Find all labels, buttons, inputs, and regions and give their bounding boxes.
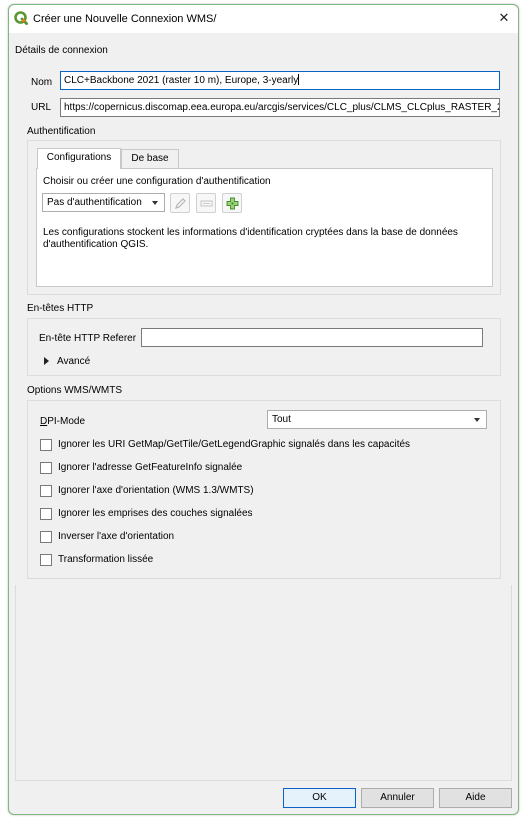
- help-button[interactable]: Aide: [439, 788, 512, 808]
- tab-configurations[interactable]: Configurations: [37, 148, 121, 169]
- url-label: URL: [31, 102, 52, 113]
- option-label: Inverser l'axe d'orientation: [58, 531, 175, 542]
- name-input[interactable]: CLC+Backbone 2021 (raster 10 m), Europe,…: [60, 71, 500, 90]
- option-label: Ignorer l'adresse GetFeatureInfo signalé…: [58, 462, 243, 473]
- option-label: Ignorer les URI GetMap/GetTile/GetLegend…: [58, 439, 411, 450]
- name-label: Nom: [31, 77, 53, 88]
- dpi-mode-value: Tout: [272, 414, 291, 425]
- option-label: Transformation lissée: [58, 554, 154, 565]
- tab-de-base[interactable]: De base: [121, 149, 179, 169]
- checkbox[interactable]: [40, 485, 52, 497]
- title-bar: Créer une Nouvelle Connexion WMS/ ✕: [9, 5, 518, 33]
- dialog-window: Créer une Nouvelle Connexion WMS/ ✕ Déta…: [8, 4, 519, 815]
- text-caret: [298, 74, 300, 85]
- chevron-down-icon: [474, 418, 480, 422]
- name-input-value: CLC+Backbone 2021 (raster 10 m), Europe,…: [64, 75, 299, 86]
- checkbox[interactable]: [40, 531, 52, 543]
- edit-config-button[interactable]: [170, 193, 190, 213]
- option-label: Ignorer les emprises des couches signalé…: [58, 508, 253, 519]
- add-config-icon: [226, 197, 239, 210]
- dpi-mode-combo[interactable]: Tout: [267, 410, 487, 429]
- dpi-mode-label: DPI-Mode: [40, 416, 86, 427]
- checkbox[interactable]: [40, 508, 52, 520]
- add-config-button[interactable]: [222, 193, 242, 213]
- cancel-button[interactable]: Annuler: [361, 788, 434, 808]
- url-input[interactable]: https://copernicus.discomap.eea.europa.e…: [60, 98, 500, 117]
- referer-input[interactable]: [141, 328, 483, 347]
- wms-section-label: Options WMS/WMTS: [27, 385, 123, 396]
- edit-pencil-icon: [175, 198, 186, 209]
- connection-section-label: Détails de connexion: [15, 45, 108, 56]
- expand-arrow-icon[interactable]: [44, 357, 49, 365]
- ok-button[interactable]: OK: [283, 788, 356, 808]
- auth-config-combo[interactable]: Pas d'authentification: [42, 193, 165, 212]
- advanced-expander[interactable]: Avancé: [57, 356, 90, 367]
- checkbox[interactable]: [40, 554, 52, 566]
- checkbox[interactable]: [40, 439, 52, 451]
- http-groupbox: [27, 318, 501, 376]
- auth-info-text: Les configurations stockent les informat…: [43, 227, 458, 250]
- option-label: Ignorer l'axe d'orientation (WMS 1.3/WMT…: [58, 485, 254, 496]
- clear-config-button[interactable]: [196, 193, 216, 213]
- http-section-label: En-têtes HTTP: [27, 303, 94, 314]
- scroll-area-frame: [15, 585, 512, 781]
- qgis-logo-icon: [14, 11, 28, 25]
- auth-config-combo-value: Pas d'authentification: [47, 197, 142, 208]
- auth-choose-label: Choisir ou créer une configuration d'aut…: [43, 176, 271, 187]
- auth-section-label: Authentification: [27, 126, 96, 137]
- window-title: Créer une Nouvelle Connexion WMS/: [33, 13, 217, 25]
- chevron-down-icon: [152, 201, 158, 205]
- checkbox[interactable]: [40, 462, 52, 474]
- referer-label: En-tête HTTP Referer: [39, 333, 137, 344]
- clear-icon: [200, 200, 213, 207]
- close-icon[interactable]: ✕: [496, 10, 512, 26]
